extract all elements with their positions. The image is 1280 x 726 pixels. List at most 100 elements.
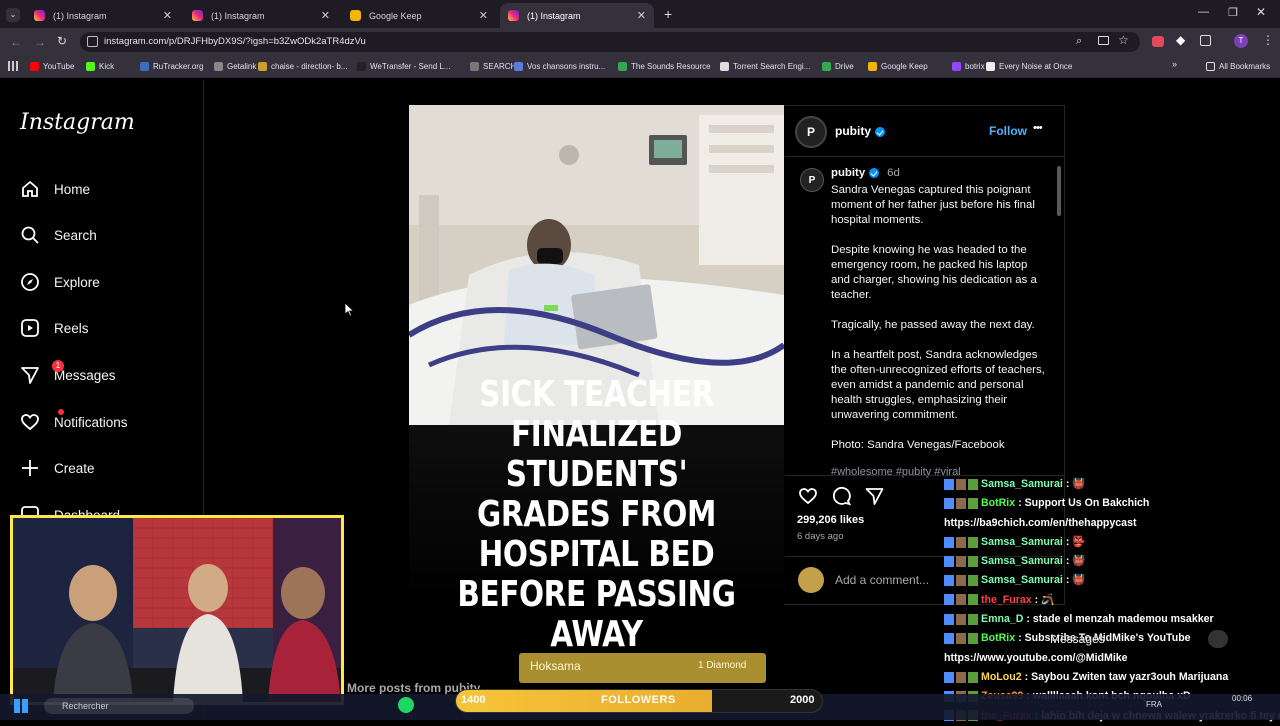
browser-tab-active[interactable]: (1) Instagram ✕	[500, 3, 654, 28]
chat-username[interactable]: Samsa_Samurai	[981, 555, 1063, 567]
extensions-puzzle-icon[interactable]	[1200, 35, 1211, 46]
bookmark-item[interactable]: Google Keep	[868, 59, 928, 74]
comment-icon[interactable]	[831, 486, 852, 511]
instagram-logo[interactable]: Instagram	[20, 110, 135, 135]
chat-username[interactable]: BotRix	[981, 497, 1015, 509]
bookmark-item[interactable]: Torrent Search Engi...	[720, 59, 810, 74]
sidebar-item-reels[interactable]: Reels	[20, 316, 89, 340]
bookmark-item[interactable]: chaise - direction- b...	[258, 59, 347, 74]
bookmark-item[interactable]: Kick	[86, 59, 114, 74]
chat-username[interactable]: Samsa_Samurai	[981, 478, 1063, 490]
comment-input[interactable]: Add a comment...	[835, 573, 929, 587]
author-avatar[interactable]: P	[795, 116, 827, 148]
chat-username[interactable]: Samsa_Samurai	[981, 574, 1063, 586]
goal-reward: 1 Diamond	[698, 660, 747, 671]
post-author[interactable]: pubity	[835, 124, 885, 138]
caption-scrollbar[interactable]	[1056, 158, 1062, 470]
sidebar-item-notifications[interactable]: Notifications	[20, 409, 128, 434]
sidebar-item-home[interactable]: Home	[20, 177, 90, 201]
chat-username[interactable]: Samsa_Samurai	[981, 536, 1063, 548]
close-tab-icon[interactable]: ✕	[321, 9, 330, 22]
close-tab-icon[interactable]: ✕	[479, 9, 488, 22]
bookmark-item[interactable]: botrix	[952, 59, 985, 74]
compass-icon	[20, 272, 40, 292]
bookmark-item[interactable]: The Sounds Resource	[618, 59, 711, 74]
like-heart-icon[interactable]	[797, 486, 819, 511]
emoji-picker-icon[interactable]	[798, 567, 824, 593]
url-text[interactable]: instagram.com/p/DRJFHbyDX9S/?igsh=b3ZwOD…	[104, 33, 366, 51]
messages-popup-avatars[interactable]	[1208, 630, 1228, 648]
bookmark-label: Vos chansons instru...	[527, 62, 606, 71]
browser-tab[interactable]: (1) Instagram ✕	[184, 3, 338, 28]
reload-icon[interactable]: ↻	[57, 34, 67, 48]
bookmark-item[interactable]: Getalink	[214, 59, 256, 74]
search-icon	[20, 225, 40, 245]
close-tab-icon[interactable]: ✕	[637, 9, 646, 22]
chat-username[interactable]: Emna_D	[981, 613, 1023, 625]
taskbar-clock[interactable]: 00:06	[1232, 694, 1252, 703]
chat-badges-icon	[944, 575, 978, 587]
close-window-icon[interactable]: ✕	[1256, 5, 1266, 19]
bookmark-item[interactable]: YouTube	[30, 59, 74, 74]
caption-hashtags[interactable]: #wholesome #pubity #viral	[831, 466, 961, 478]
bookmark-item[interactable]: SEARCH	[470, 59, 516, 74]
all-bookmarks[interactable]: All Bookmarks	[1206, 59, 1270, 74]
browser-menu-icon[interactable]: ⋮	[1262, 33, 1274, 47]
bookmark-label: Torrent Search Engi...	[733, 62, 811, 71]
sidebar-item-create[interactable]: Create	[20, 456, 95, 480]
caption-author[interactable]: pubity	[831, 167, 865, 179]
likes-count[interactable]: 299,206 likes	[797, 514, 864, 526]
bookmark-label: YouTube	[43, 62, 75, 71]
goal-name: Hoksama	[530, 659, 581, 673]
share-icon[interactable]	[864, 486, 885, 511]
bookmark-item[interactable]: RuTracker.org	[140, 59, 203, 74]
bookmark-star-icon[interactable]: ☆	[1118, 33, 1129, 47]
close-tab-icon[interactable]: ✕	[163, 9, 172, 22]
messages-badge: 1	[52, 360, 64, 372]
bookmark-item[interactable]: Vos chansons instru...	[514, 59, 605, 74]
spotify-taskbar-icon[interactable]	[398, 697, 414, 713]
browser-tab[interactable]: (1) Instagram ✕	[26, 3, 180, 28]
chat-username[interactable]: MoLou2	[981, 671, 1022, 683]
forward-icon[interactable]: →	[34, 35, 46, 49]
bookmark-label: Getalink	[227, 62, 257, 71]
bookmark-label: WeTransfer - Send L...	[370, 62, 451, 71]
zoom-icon[interactable]: ⌕	[1076, 35, 1082, 48]
taskbar-search[interactable]: Rechercher	[44, 698, 194, 714]
follow-button[interactable]: Follow	[989, 124, 1027, 138]
chat-text: https://ba9chich.com/en/thehappycast	[944, 516, 1137, 529]
apps-grid-icon[interactable]	[8, 61, 18, 71]
chat-message: Samsa_Samurai: 👺	[944, 533, 1280, 552]
bookmark-item[interactable]: Drive	[822, 59, 854, 74]
extension-diamond-icon[interactable]: ◆	[1176, 33, 1185, 47]
new-tab-button[interactable]: +	[664, 6, 672, 22]
extension-icon[interactable]	[1152, 36, 1164, 47]
more-options-icon[interactable]: •••	[1033, 122, 1043, 134]
site-info-icon[interactable]	[87, 36, 98, 47]
chat-username[interactable]: BotRix	[981, 632, 1015, 644]
bookmark-favicon-icon	[86, 62, 95, 71]
caption-avatar[interactable]: P	[800, 168, 824, 192]
tab-search-button[interactable]: ⌄	[6, 8, 20, 22]
sidebar-item-explore[interactable]: Explore	[20, 270, 100, 294]
stream-chat: Samsa_Samurai: 👹 BotRix: Support Us On Ba…	[944, 475, 1280, 722]
bookmark-favicon-icon	[514, 62, 523, 71]
chat-text: : 👹	[1065, 555, 1086, 568]
bookmark-item[interactable]: Every Noise at Once	[986, 59, 1072, 74]
bookmark-item[interactable]: WeTransfer - Send L...	[357, 59, 450, 74]
keyboard-language[interactable]: FRA	[1146, 700, 1162, 709]
more-bookmarks-icon[interactable]: »	[1172, 59, 1177, 69]
messages-popup-label[interactable]: Messages	[1050, 632, 1105, 646]
sidebar-item-messages[interactable]: Messages 1	[20, 360, 116, 387]
restore-window-icon[interactable]: ❐	[1228, 6, 1238, 19]
browser-tab[interactable]: Google Keep ✕	[342, 3, 496, 28]
bookmark-favicon-icon	[986, 62, 995, 71]
chat-username[interactable]: the_Furax	[981, 594, 1032, 606]
profile-avatar[interactable]: T	[1234, 34, 1248, 48]
cast-icon[interactable]	[1098, 36, 1109, 45]
sidebar-item-search[interactable]: Search	[20, 223, 97, 247]
windows-start-icon[interactable]	[14, 699, 28, 713]
sidebar-item-label: Messages	[54, 367, 116, 383]
minimize-window-icon[interactable]: —	[1198, 6, 1209, 18]
back-icon[interactable]: ←	[10, 35, 22, 49]
